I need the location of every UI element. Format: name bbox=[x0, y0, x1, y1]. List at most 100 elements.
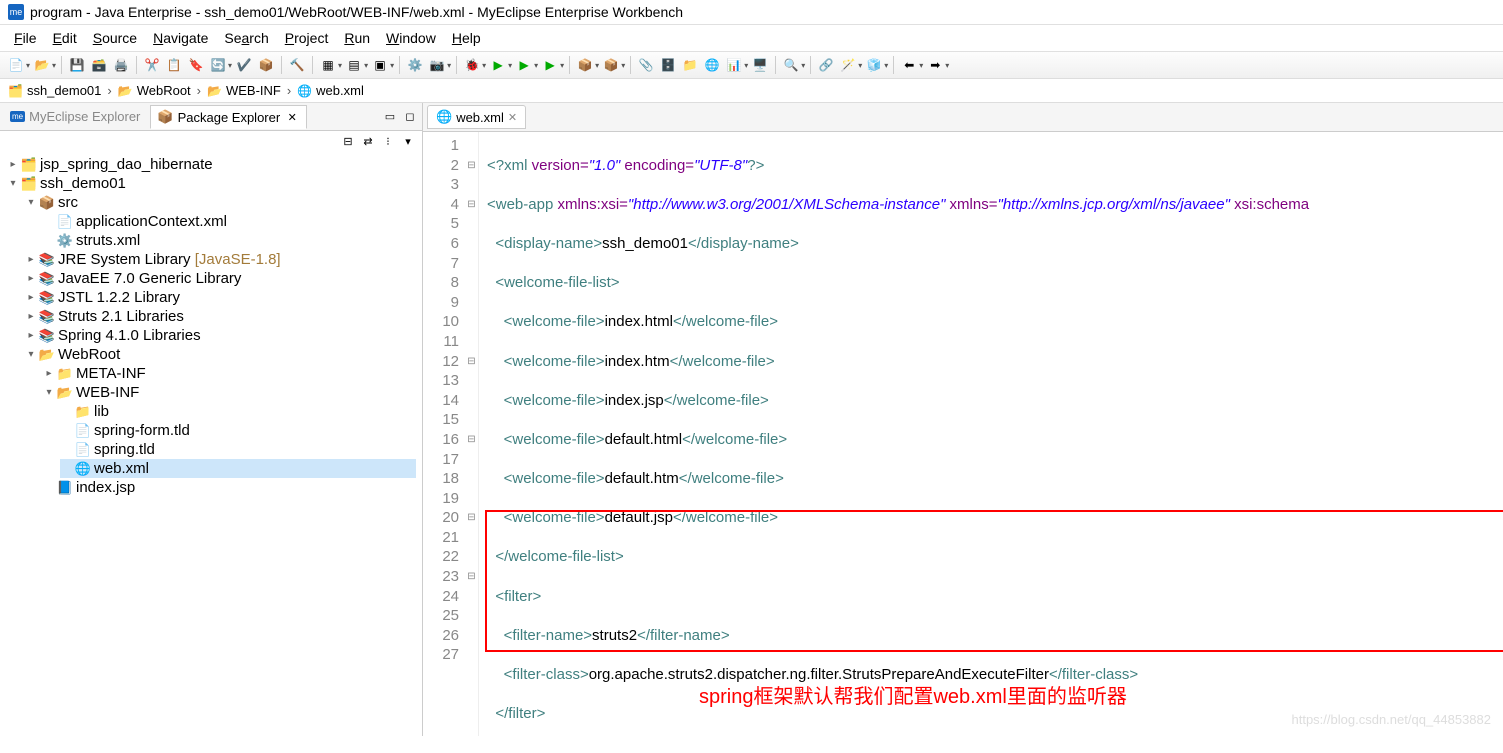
expand-icon[interactable]: ▸ bbox=[6, 159, 20, 170]
tree-file[interactable]: 📘index.jsp bbox=[42, 478, 416, 497]
bc-file[interactable]: web.xml bbox=[316, 83, 364, 98]
layout-icon[interactable]: ▣ bbox=[370, 55, 390, 75]
bookmark-icon[interactable]: 🔖 bbox=[186, 55, 206, 75]
run-ext-icon[interactable]: ▶ bbox=[514, 55, 534, 75]
editor-tab-webxml[interactable]: 🌐 web.xml ✕ bbox=[427, 105, 526, 129]
tree-project[interactable]: ▾🗂️ssh_demo01 bbox=[6, 174, 416, 193]
tree-file[interactable]: 📄spring.tld bbox=[60, 440, 416, 459]
debug-icon[interactable]: 🐞 bbox=[462, 55, 482, 75]
expand-icon[interactable]: ▸ bbox=[24, 292, 38, 303]
tree-library[interactable]: ▸📚JSTL 1.2.2 Library bbox=[24, 288, 416, 307]
tree-folder[interactable]: 📁lib bbox=[60, 402, 416, 421]
tree-folder[interactable]: ▾📂WebRoot bbox=[24, 345, 416, 364]
package2-icon[interactable]: 📦 bbox=[601, 55, 621, 75]
search-icon[interactable]: 🔍 bbox=[781, 55, 801, 75]
expand-icon[interactable]: ▸ bbox=[24, 311, 38, 322]
folder-icon: 📂 bbox=[118, 84, 133, 98]
tree-file[interactable]: 📄applicationContext.xml bbox=[42, 212, 416, 231]
build-icon[interactable]: 🔨 bbox=[287, 55, 307, 75]
grid-icon[interactable]: ▦ bbox=[318, 55, 338, 75]
minimize-icon[interactable]: ▭ bbox=[382, 109, 398, 125]
table-icon[interactable]: ▤ bbox=[344, 55, 364, 75]
tree-project[interactable]: ▸🗂️jsp_spring_dao_hibernate bbox=[6, 155, 416, 174]
tree-file[interactable]: 📄spring-form.tld bbox=[60, 421, 416, 440]
window-title: program - Java Enterprise - ssh_demo01/W… bbox=[30, 4, 683, 20]
menu-window[interactable]: Window bbox=[378, 27, 444, 49]
cut-icon[interactable]: ✂️ bbox=[142, 55, 162, 75]
tree-src[interactable]: ▾📦src bbox=[24, 193, 416, 212]
menu-project[interactable]: Project bbox=[277, 27, 337, 49]
menu-bar: File Edit Source Navigate Search Project… bbox=[0, 25, 1503, 51]
bc-webroot[interactable]: WebRoot bbox=[137, 83, 191, 98]
chevron-right-icon: › bbox=[195, 83, 203, 98]
print-icon[interactable]: 🖨️ bbox=[111, 55, 131, 75]
tree-library[interactable]: ▸📚JRE System Library [JavaSE-1.8] bbox=[24, 250, 416, 269]
link-icon[interactable]: 🔗 bbox=[816, 55, 836, 75]
run-icon[interactable]: ▶ bbox=[488, 55, 508, 75]
tree-library[interactable]: ▸📚Struts 2.1 Libraries bbox=[24, 307, 416, 326]
server-icon[interactable]: 🖥️ bbox=[750, 55, 770, 75]
tree-library[interactable]: ▸📚Spring 4.1.0 Libraries bbox=[24, 326, 416, 345]
tree-library[interactable]: ▸📚JavaEE 7.0 Generic Library bbox=[24, 269, 416, 288]
folder-icon[interactable]: 📁 bbox=[680, 55, 700, 75]
filter-icon[interactable]: ⁝ bbox=[380, 133, 396, 149]
code-area[interactable]: 12345 678910 1112131415 1617181920 21222… bbox=[423, 132, 1503, 736]
maximize-icon[interactable]: ◻ bbox=[402, 109, 418, 125]
link-editor-icon[interactable]: ⇄ bbox=[360, 133, 376, 149]
db-icon[interactable]: 🗄️ bbox=[658, 55, 678, 75]
tree-folder[interactable]: ▾📂WEB-INF bbox=[42, 383, 416, 402]
tree-folder[interactable]: ▸📁META-INF bbox=[42, 364, 416, 383]
box-icon[interactable]: 📦 bbox=[256, 55, 276, 75]
back-icon[interactable]: ⬅ bbox=[899, 55, 919, 75]
menu-edit[interactable]: Edit bbox=[45, 27, 85, 49]
collapse-icon[interactable]: ▾ bbox=[24, 197, 38, 208]
open-icon[interactable]: 📂 bbox=[32, 55, 52, 75]
menu-search[interactable]: Search bbox=[216, 27, 276, 49]
menu-help[interactable]: Help bbox=[444, 27, 489, 49]
bc-project[interactable]: ssh_demo01 bbox=[27, 83, 101, 98]
cube-icon[interactable]: 🧊 bbox=[864, 55, 884, 75]
collapse-icon[interactable]: ▾ bbox=[24, 349, 38, 360]
close-icon[interactable]: ✕ bbox=[284, 109, 300, 125]
menu-source[interactable]: Source bbox=[85, 27, 145, 49]
package-tree: ▸🗂️jsp_spring_dao_hibernate ▾🗂️ssh_demo0… bbox=[0, 151, 422, 501]
toolbar: 📄▾ 📂▾ 💾 🗃️ 🖨️ ✂️ 📋 🔖 🔄▾ ✔️ 📦 🔨 ▦▾ ▤▾ ▣▾ … bbox=[0, 51, 1503, 79]
folder-icon: 📂 bbox=[207, 84, 222, 98]
collapse-icon[interactable]: ▾ bbox=[6, 178, 20, 189]
forward-icon[interactable]: ➡ bbox=[925, 55, 945, 75]
collapse-all-icon[interactable]: ⊟ bbox=[340, 133, 356, 149]
bc-webinf[interactable]: WEB-INF bbox=[226, 83, 281, 98]
wand-icon[interactable]: 🪄 bbox=[838, 55, 858, 75]
close-icon[interactable]: ✕ bbox=[508, 111, 517, 124]
expand-icon[interactable]: ▸ bbox=[42, 368, 56, 379]
attach-icon[interactable]: 📎 bbox=[636, 55, 656, 75]
tab-package-explorer[interactable]: 📦Package Explorer✕ bbox=[150, 105, 307, 129]
line-gutter: 12345 678910 1112131415 1617181920 21222… bbox=[423, 132, 465, 736]
chart-icon[interactable]: 📊 bbox=[724, 55, 744, 75]
globe-icon[interactable]: 🌐 bbox=[702, 55, 722, 75]
sidebar-toolbar: ⊟ ⇄ ⁝ ▾ bbox=[0, 131, 422, 151]
code-content[interactable]: <?xml version="1.0" encoding="UTF-8"?> <… bbox=[479, 132, 1503, 736]
save-all-icon[interactable]: 🗃️ bbox=[89, 55, 109, 75]
tree-file-webxml[interactable]: 🌐web.xml bbox=[60, 459, 416, 478]
expand-icon[interactable]: ▸ bbox=[24, 254, 38, 265]
menu-icon[interactable]: ▾ bbox=[400, 133, 416, 149]
menu-run[interactable]: Run bbox=[336, 27, 378, 49]
annotation-text: spring框架默认帮我们配置web.xml里面的监听器 bbox=[699, 688, 1127, 708]
copy-icon[interactable]: 📋 bbox=[164, 55, 184, 75]
expand-icon[interactable]: ▸ bbox=[24, 273, 38, 284]
gear-icon[interactable]: ⚙️ bbox=[405, 55, 425, 75]
tab-myeclipse-explorer[interactable]: meMyEclipse Explorer bbox=[4, 106, 146, 127]
validate-icon[interactable]: ✔️ bbox=[234, 55, 254, 75]
package-icon[interactable]: 📦 bbox=[575, 55, 595, 75]
refresh-icon[interactable]: 🔄 bbox=[208, 55, 228, 75]
tree-file[interactable]: ⚙️struts.xml bbox=[42, 231, 416, 250]
menu-file[interactable]: File bbox=[6, 27, 45, 49]
expand-icon[interactable]: ▸ bbox=[24, 330, 38, 341]
run-last-icon[interactable]: ▶ bbox=[540, 55, 560, 75]
new-icon[interactable]: 📄 bbox=[6, 55, 26, 75]
collapse-icon[interactable]: ▾ bbox=[42, 387, 56, 398]
menu-navigate[interactable]: Navigate bbox=[145, 27, 216, 49]
save-icon[interactable]: 💾 bbox=[67, 55, 87, 75]
camera-icon[interactable]: 📷 bbox=[427, 55, 447, 75]
